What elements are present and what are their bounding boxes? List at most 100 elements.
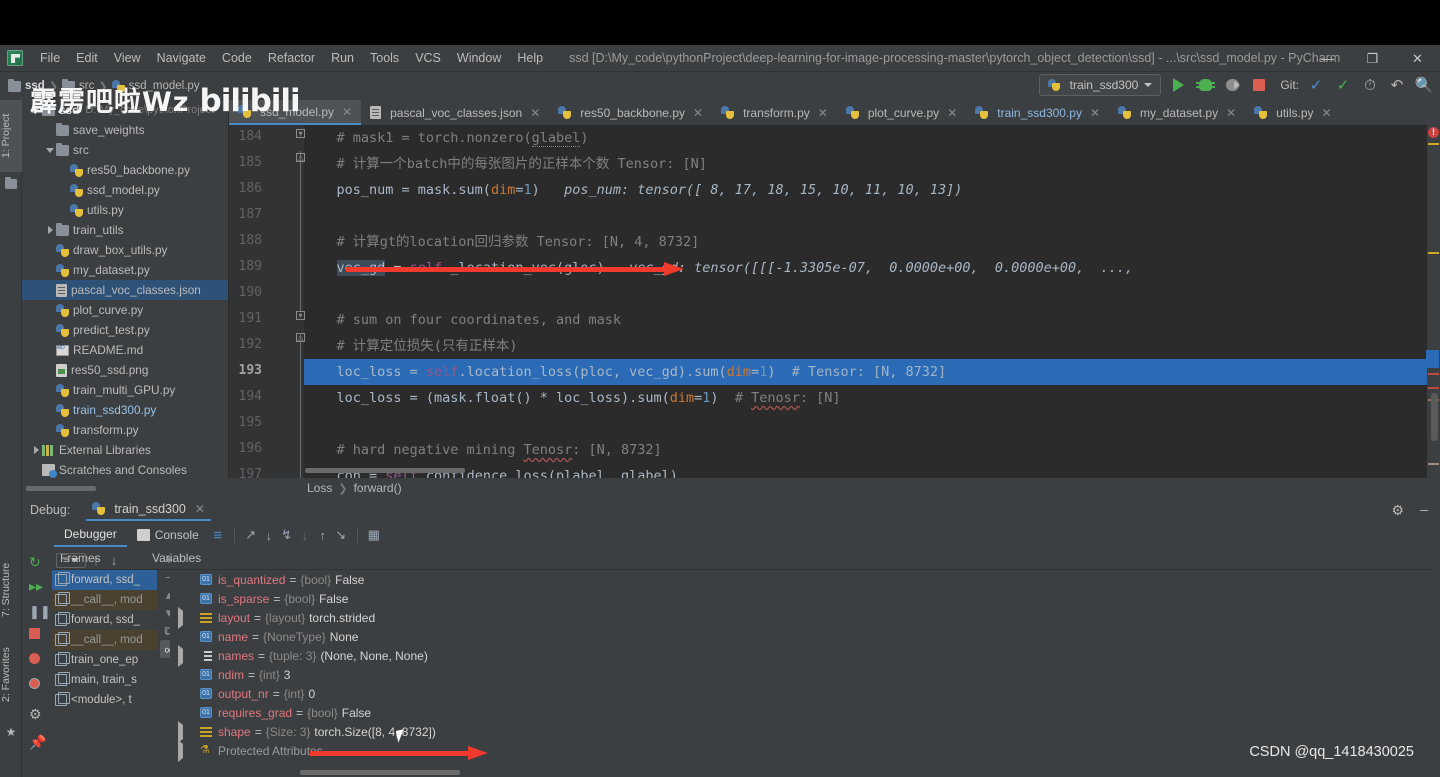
- settings-icon[interactable]: ⚙: [29, 706, 45, 722]
- menu-help[interactable]: Help: [509, 48, 551, 68]
- menu-code[interactable]: Code: [214, 48, 260, 68]
- thread-selector[interactable]: ≡: [56, 552, 86, 568]
- variable-row[interactable]: 01 ndim = {int} 3: [170, 665, 1440, 684]
- expand-arrow-right-icon[interactable]: [178, 739, 183, 762]
- project-tree-panel[interactable]: ssd D:\My_code\pythonProject save_weights s…: [22, 100, 229, 478]
- frame-item[interactable]: __call__, mod: [52, 630, 157, 650]
- menu-run[interactable]: Run: [323, 48, 362, 68]
- variable-row[interactable]: 01 is_quantized = {bool} False: [170, 570, 1440, 589]
- git-update-button[interactable]: ✓: [1306, 75, 1326, 95]
- pin-icon[interactable]: 📌: [29, 734, 46, 750]
- project-tree-item[interactable]: pascal_voc_classes.json: [22, 280, 228, 300]
- project-tree-item[interactable]: Scratches and Consoles: [22, 460, 228, 478]
- close-icon[interactable]: ✕: [342, 105, 352, 119]
- editor-tab[interactable]: pascal_voc_classes.json ✕: [361, 100, 549, 125]
- menu-navigate[interactable]: Navigate: [149, 48, 214, 68]
- run-configuration-selector[interactable]: train_ssd300: [1038, 74, 1162, 96]
- variable-row[interactable]: 01 requires_grad = {bool} False: [170, 703, 1440, 722]
- project-tree-item[interactable]: ssd_model.py: [22, 180, 228, 200]
- sidebar-item-favorites[interactable]: 2: Favorites: [0, 630, 22, 720]
- gear-icon[interactable]: ⚙: [1391, 502, 1404, 519]
- variable-row[interactable]: shape = {Size: 3} torch.Size([8, 4, 8732]): [170, 720, 1440, 743]
- step-into-icon[interactable]: ↓: [260, 526, 278, 544]
- evaluate-expression-icon[interactable]: ▦: [365, 526, 383, 544]
- debug-session-tab[interactable]: train_ssd300 ✕: [86, 500, 211, 521]
- project-tree-item[interactable]: train_ssd300.py: [22, 400, 228, 420]
- pause-icon[interactable]: ❚❚: [29, 604, 51, 620]
- add-watch-icon[interactable]: +: [160, 550, 178, 568]
- close-icon[interactable]: ✕: [1322, 106, 1332, 120]
- error-marker[interactable]: [1428, 387, 1439, 389]
- expand-arrow-right-icon[interactable]: [178, 606, 183, 629]
- variables-horizontal-scrollbar[interactable]: [300, 770, 460, 775]
- project-tree-item[interactable]: draw_box_utils.py: [22, 240, 228, 260]
- step-out-icon[interactable]: ↑: [314, 526, 332, 544]
- view-breakpoints-icon[interactable]: [29, 653, 45, 669]
- menu-file[interactable]: File: [32, 48, 68, 68]
- expand-arrow-down-icon[interactable]: [44, 147, 56, 153]
- close-icon[interactable]: ✕: [1226, 106, 1236, 120]
- variable-row[interactable]: names = {tuple: 3} (None, None, None): [170, 644, 1440, 667]
- menu-view[interactable]: View: [106, 48, 149, 68]
- code-content[interactable]: # mask1 = torch.nonzero(glabel) # 计算一个ba…: [304, 125, 1440, 478]
- breadcrumb-class[interactable]: Loss: [307, 481, 332, 495]
- frames-list[interactable]: forward, ssd_ __call__, mod forward, ssd_ _…: [52, 570, 157, 777]
- close-icon[interactable]: ✕: [530, 106, 540, 120]
- project-tree-item[interactable]: utils.py: [22, 200, 228, 220]
- warning-marker[interactable]: [1428, 252, 1439, 254]
- editor-tab[interactable]: res50_backbone.py ✕: [549, 100, 712, 125]
- menu-vcs[interactable]: VCS: [407, 48, 449, 68]
- minimize-button[interactable]: —: [1305, 45, 1350, 72]
- tab-console[interactable]: Console: [127, 525, 209, 546]
- frame-item[interactable]: __call__, mod: [52, 590, 157, 610]
- rerun-icon[interactable]: ↻: [29, 554, 45, 570]
- tab-debugger[interactable]: Debugger: [54, 524, 127, 547]
- project-tree-item[interactable]: save_weights: [22, 120, 228, 140]
- frame-item[interactable]: main, train_s: [52, 670, 157, 690]
- history-button[interactable]: ⏱: [1360, 75, 1380, 95]
- sidebar-item-project[interactable]: 1: Project: [0, 100, 22, 172]
- project-tree-item[interactable]: res50_backbone.py: [22, 160, 228, 180]
- git-commit-button[interactable]: ✓: [1333, 75, 1353, 95]
- resume-icon[interactable]: ▸▸: [29, 578, 45, 594]
- mute-breakpoints-icon[interactable]: [29, 678, 45, 694]
- menu-tools[interactable]: Tools: [362, 48, 407, 68]
- close-icon[interactable]: ✕: [947, 106, 957, 120]
- variable-row[interactable]: 01 name = {NoneType} None: [170, 627, 1440, 646]
- expand-arrow-right-icon[interactable]: [44, 226, 56, 234]
- project-horizontal-scrollbar[interactable]: [26, 486, 96, 491]
- project-tree-item[interactable]: res50_ssd.png: [22, 360, 228, 380]
- close-icon[interactable]: ✕: [195, 502, 205, 516]
- project-tree-item[interactable]: train_utils: [22, 220, 228, 240]
- project-tree-item[interactable]: External Libraries: [22, 440, 228, 460]
- close-icon[interactable]: ✕: [693, 106, 703, 120]
- variable-row[interactable]: 01 output_nr = {int} 0: [170, 684, 1440, 703]
- minimize-icon[interactable]: –: [1420, 501, 1428, 517]
- menu-refactor[interactable]: Refactor: [260, 48, 323, 68]
- frame-item[interactable]: train_one_ep: [52, 650, 157, 670]
- project-tree-item[interactable]: predict_test.py: [22, 320, 228, 340]
- step-over-icon[interactable]: ↗: [242, 526, 260, 544]
- editor-tab[interactable]: utils.py ✕: [1245, 100, 1340, 125]
- editor-tab[interactable]: train_ssd300.py ✕: [966, 100, 1109, 125]
- project-tree-item[interactable]: train_multi_GPU.py: [22, 380, 228, 400]
- stop-icon[interactable]: [29, 628, 45, 644]
- warning-marker[interactable]: [1428, 463, 1439, 465]
- expand-arrow-right-icon[interactable]: [30, 446, 42, 454]
- editor-vertical-scrollbar[interactable]: [1431, 393, 1438, 441]
- error-badge[interactable]: !: [1428, 127, 1439, 138]
- menu-edit[interactable]: Edit: [68, 48, 106, 68]
- project-tree-item[interactable]: src: [22, 140, 228, 160]
- project-tree-item[interactable]: plot_curve.py: [22, 300, 228, 320]
- run-to-cursor-icon[interactable]: ↘: [332, 526, 350, 544]
- error-marker[interactable]: [1428, 373, 1439, 375]
- frame-up-icon[interactable]: ↑: [88, 551, 104, 569]
- editor-horizontal-scrollbar[interactable]: [305, 468, 465, 473]
- stop-button[interactable]: [1249, 75, 1269, 95]
- close-icon[interactable]: ✕: [818, 106, 828, 120]
- editor-tab[interactable]: transform.py ✕: [712, 100, 837, 125]
- maximize-button[interactable]: ❐: [1350, 45, 1395, 72]
- project-tree-item[interactable]: README.md: [22, 340, 228, 360]
- mute-breakpoints-icon[interactable]: ≡: [209, 526, 227, 544]
- expand-arrow-right-icon[interactable]: [178, 644, 183, 667]
